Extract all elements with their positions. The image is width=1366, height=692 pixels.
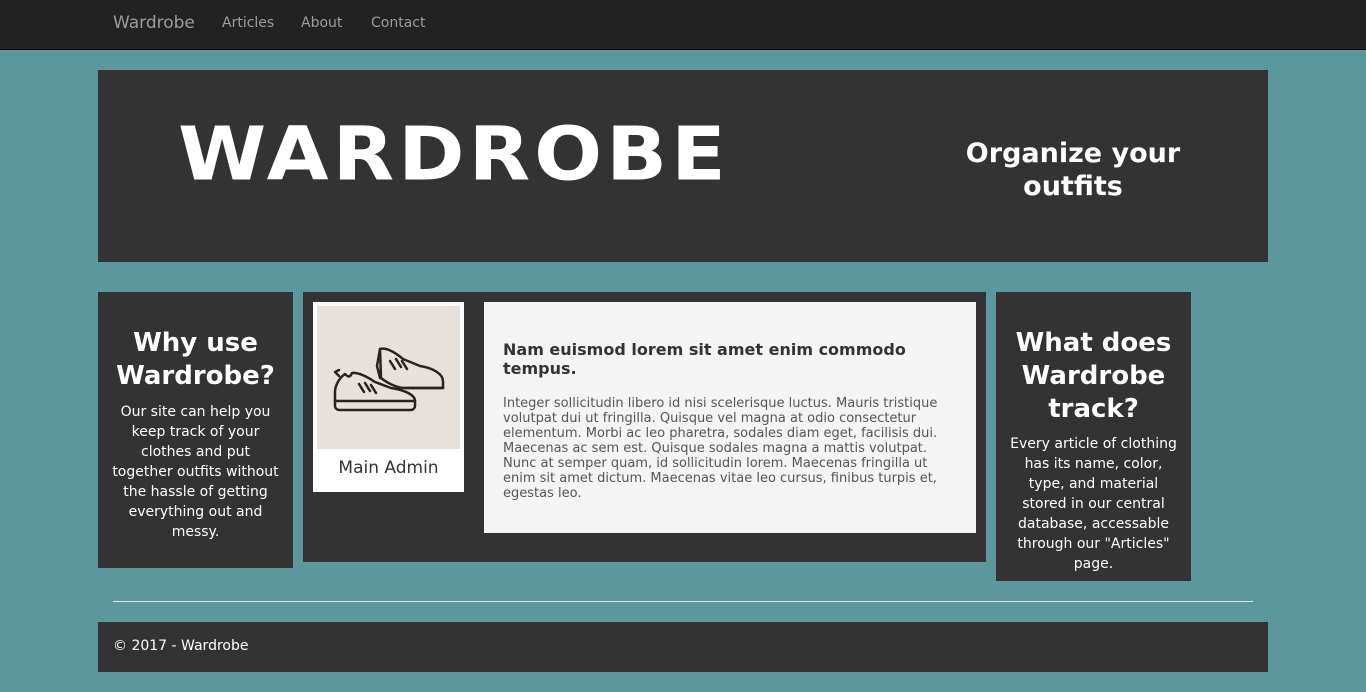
hero-banner: WARDROBE Organize your outfits: [98, 70, 1268, 262]
nav-link-articles[interactable]: Articles: [222, 15, 274, 31]
brand-link[interactable]: Wardrobe: [113, 13, 195, 33]
divider: [113, 601, 1253, 602]
footer-text: © 2017 - Wardrobe: [113, 638, 249, 654]
sneakers-icon: [333, 347, 445, 412]
profile-image: [317, 306, 460, 449]
profile-card[interactable]: Main Admin: [313, 302, 464, 492]
center-panel: Main Admin Nam euismod lorem sit amet en…: [303, 292, 986, 562]
hero-tagline: Organize your outfits: [965, 138, 1181, 202]
why-use-text: Our site can help you keep track of your…: [112, 404, 279, 540]
footer: © 2017 - Wardrobe: [98, 622, 1268, 672]
hero-title: WARDROBE: [178, 111, 730, 198]
what-track-text: Every article of clothing has its name, …: [1010, 436, 1177, 572]
article-card: Nam euismod lorem sit amet enim commodo …: [484, 302, 976, 533]
article-title: Nam euismod lorem sit amet enim commodo …: [503, 340, 906, 378]
why-use-title: Why use Wardrobe?: [116, 328, 275, 391]
profile-name: Main Admin: [338, 458, 439, 478]
what-track-title: What does Wardrobe track?: [1015, 328, 1172, 424]
what-track-card: What does Wardrobe track? Every article …: [996, 292, 1191, 581]
nav-link-about[interactable]: About: [301, 15, 342, 31]
why-use-card: Why use Wardrobe? Our site can help you …: [98, 292, 293, 568]
nav-link-contact[interactable]: Contact: [371, 15, 425, 31]
navbar: Wardrobe Articles About Contact: [0, 0, 1366, 50]
article-body: Integer sollicitudin libero id nisi scel…: [503, 396, 938, 501]
